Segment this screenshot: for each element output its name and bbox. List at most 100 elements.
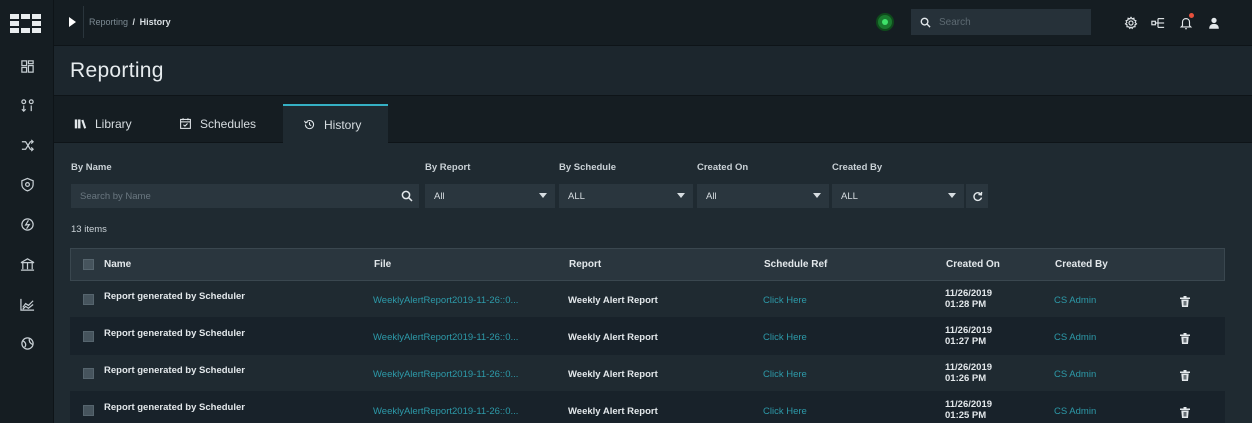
created-by-label: Created By — [832, 162, 883, 173]
select-all-checkbox[interactable] — [83, 259, 94, 270]
column-header-report[interactable]: Report — [569, 259, 601, 270]
filter-bar: By Name By Report By Schedule Created On… — [54, 143, 1252, 223]
hierarchy-icon[interactable] — [1149, 14, 1166, 31]
shuffle-icon[interactable] — [0, 135, 54, 155]
row-checkbox[interactable] — [83, 294, 94, 305]
expand-sidebar-icon[interactable] — [60, 9, 83, 35]
dashboard-icon[interactable] — [0, 56, 54, 76]
breadcrumb: Reporting / History — [89, 17, 171, 27]
row-name: Report generated by Scheduler — [104, 328, 245, 339]
table-row[interactable]: Report generated by Scheduler WeeklyAler… — [70, 355, 1225, 392]
row-checkbox[interactable] — [83, 331, 94, 342]
name-search-field[interactable] — [71, 184, 419, 208]
row-created-on: 11/26/2019 01:28 PM — [945, 288, 992, 310]
by-report-label: By Report — [425, 162, 471, 173]
tab-library[interactable]: Library — [54, 104, 159, 143]
calendar-icon — [180, 118, 191, 129]
chevron-down-icon — [948, 193, 956, 198]
library-icon — [74, 119, 87, 129]
notification-bell-icon[interactable] — [1177, 13, 1194, 31]
row-file-link[interactable]: WeeklyAlertReport2019-11-26::0... — [373, 332, 518, 343]
chevron-down-icon — [677, 193, 685, 198]
notification-badge — [1189, 13, 1194, 18]
refresh-button[interactable] — [966, 184, 988, 208]
row-name: Report generated by Scheduler — [104, 402, 245, 413]
row-created-date: 11/26/2019 — [945, 288, 993, 299]
column-header-name[interactable]: Name — [104, 259, 131, 270]
by-schedule-label: By Schedule — [559, 162, 617, 173]
row-created-time: 01:27 PM — [945, 336, 987, 347]
column-header-schedule-ref[interactable]: Schedule Ref — [764, 259, 827, 270]
row-file-link[interactable]: WeeklyAlertReport2019-11-26::0... — [373, 406, 518, 417]
row-schedule-ref-link[interactable]: Click Here — [763, 295, 807, 306]
created-by-dropdown[interactable]: ALL — [832, 184, 964, 208]
chart-icon[interactable] — [0, 294, 54, 314]
by-name-label: By Name — [71, 162, 112, 173]
row-file-link[interactable]: WeeklyAlertReport2019-11-26::0... — [373, 295, 518, 306]
created-on-dropdown[interactable]: All — [697, 184, 829, 208]
row-created-by-link[interactable]: CS Admin — [1054, 369, 1096, 380]
search-icon — [401, 190, 413, 202]
row-schedule-ref-link[interactable]: Click Here — [763, 332, 807, 343]
item-count: 13 items — [71, 224, 107, 235]
logo-icon[interactable] — [9, 11, 43, 39]
row-schedule-ref-link[interactable]: Click Here — [763, 369, 807, 380]
table-header: Name File Report Schedule Ref Created On… — [70, 248, 1225, 281]
divider — [83, 6, 84, 38]
row-report: Weekly Alert Report — [568, 332, 658, 343]
report-dropdown-value: All — [434, 190, 445, 202]
row-created-by-link[interactable]: CS Admin — [1054, 332, 1096, 343]
row-created-by-link[interactable]: CS Admin — [1054, 295, 1096, 306]
created-on-dropdown-value: All — [706, 190, 717, 202]
user-icon[interactable] — [1205, 14, 1222, 31]
global-search[interactable] — [911, 9, 1091, 35]
sort-icon[interactable] — [0, 95, 54, 115]
breadcrumb-separator: / — [132, 17, 136, 27]
trash-icon[interactable] — [1180, 333, 1190, 344]
breadcrumb-current: History — [139, 17, 171, 27]
trash-icon[interactable] — [1180, 296, 1190, 307]
tab-label: Schedules — [200, 116, 257, 131]
row-created-date: 11/26/2019 — [945, 399, 993, 410]
trash-icon[interactable] — [1180, 407, 1190, 418]
refresh-icon — [972, 191, 982, 201]
column-header-file[interactable]: File — [374, 259, 391, 270]
row-created-time: 01:25 PM — [945, 410, 987, 421]
settings-icon[interactable] — [1122, 14, 1139, 31]
row-created-by-link[interactable]: CS Admin — [1054, 406, 1096, 417]
tab-label: Library — [95, 116, 132, 131]
table-row[interactable]: Report generated by Scheduler WeeklyAler… — [70, 318, 1225, 355]
report-dropdown[interactable]: All — [425, 184, 555, 208]
table-row[interactable]: Report generated by Scheduler WeeklyAler… — [70, 392, 1225, 423]
shield-icon[interactable] — [0, 174, 54, 194]
row-checkbox[interactable] — [83, 368, 94, 379]
row-file-link[interactable]: WeeklyAlertReport2019-11-26::0... — [373, 369, 518, 380]
row-created-date: 11/26/2019 — [945, 362, 993, 373]
name-search-input[interactable] — [80, 190, 380, 202]
row-report: Weekly Alert Report — [568, 295, 658, 306]
row-report: Weekly Alert Report — [568, 369, 658, 380]
search-input[interactable] — [939, 16, 1079, 28]
created-by-dropdown-value: ALL — [841, 190, 858, 202]
breadcrumb-parent[interactable]: Reporting — [89, 17, 128, 27]
status-indicator-icon[interactable] — [878, 15, 892, 29]
schedule-dropdown[interactable]: ALL — [559, 184, 693, 208]
chevron-down-icon — [539, 193, 547, 198]
columns-icon[interactable] — [0, 254, 54, 274]
globe-icon[interactable] — [0, 333, 54, 353]
tab-schedules[interactable]: Schedules — [159, 104, 283, 143]
row-checkbox[interactable] — [83, 405, 94, 416]
row-report: Weekly Alert Report — [568, 406, 658, 417]
lightning-icon[interactable] — [0, 214, 54, 234]
column-header-created-by[interactable]: Created By — [1055, 259, 1108, 270]
schedule-dropdown-value: ALL — [568, 190, 585, 202]
tab-history[interactable]: History — [283, 104, 388, 143]
left-rail — [0, 0, 54, 423]
page-header: Reporting — [54, 46, 1252, 96]
column-header-created-on[interactable]: Created On — [946, 259, 1000, 270]
row-created-time: 01:26 PM — [945, 373, 987, 384]
table-row[interactable]: Report generated by Scheduler WeeklyAler… — [70, 281, 1225, 318]
tab-bar: Library Schedules History — [54, 96, 1252, 143]
row-schedule-ref-link[interactable]: Click Here — [763, 406, 807, 417]
trash-icon[interactable] — [1180, 370, 1190, 381]
